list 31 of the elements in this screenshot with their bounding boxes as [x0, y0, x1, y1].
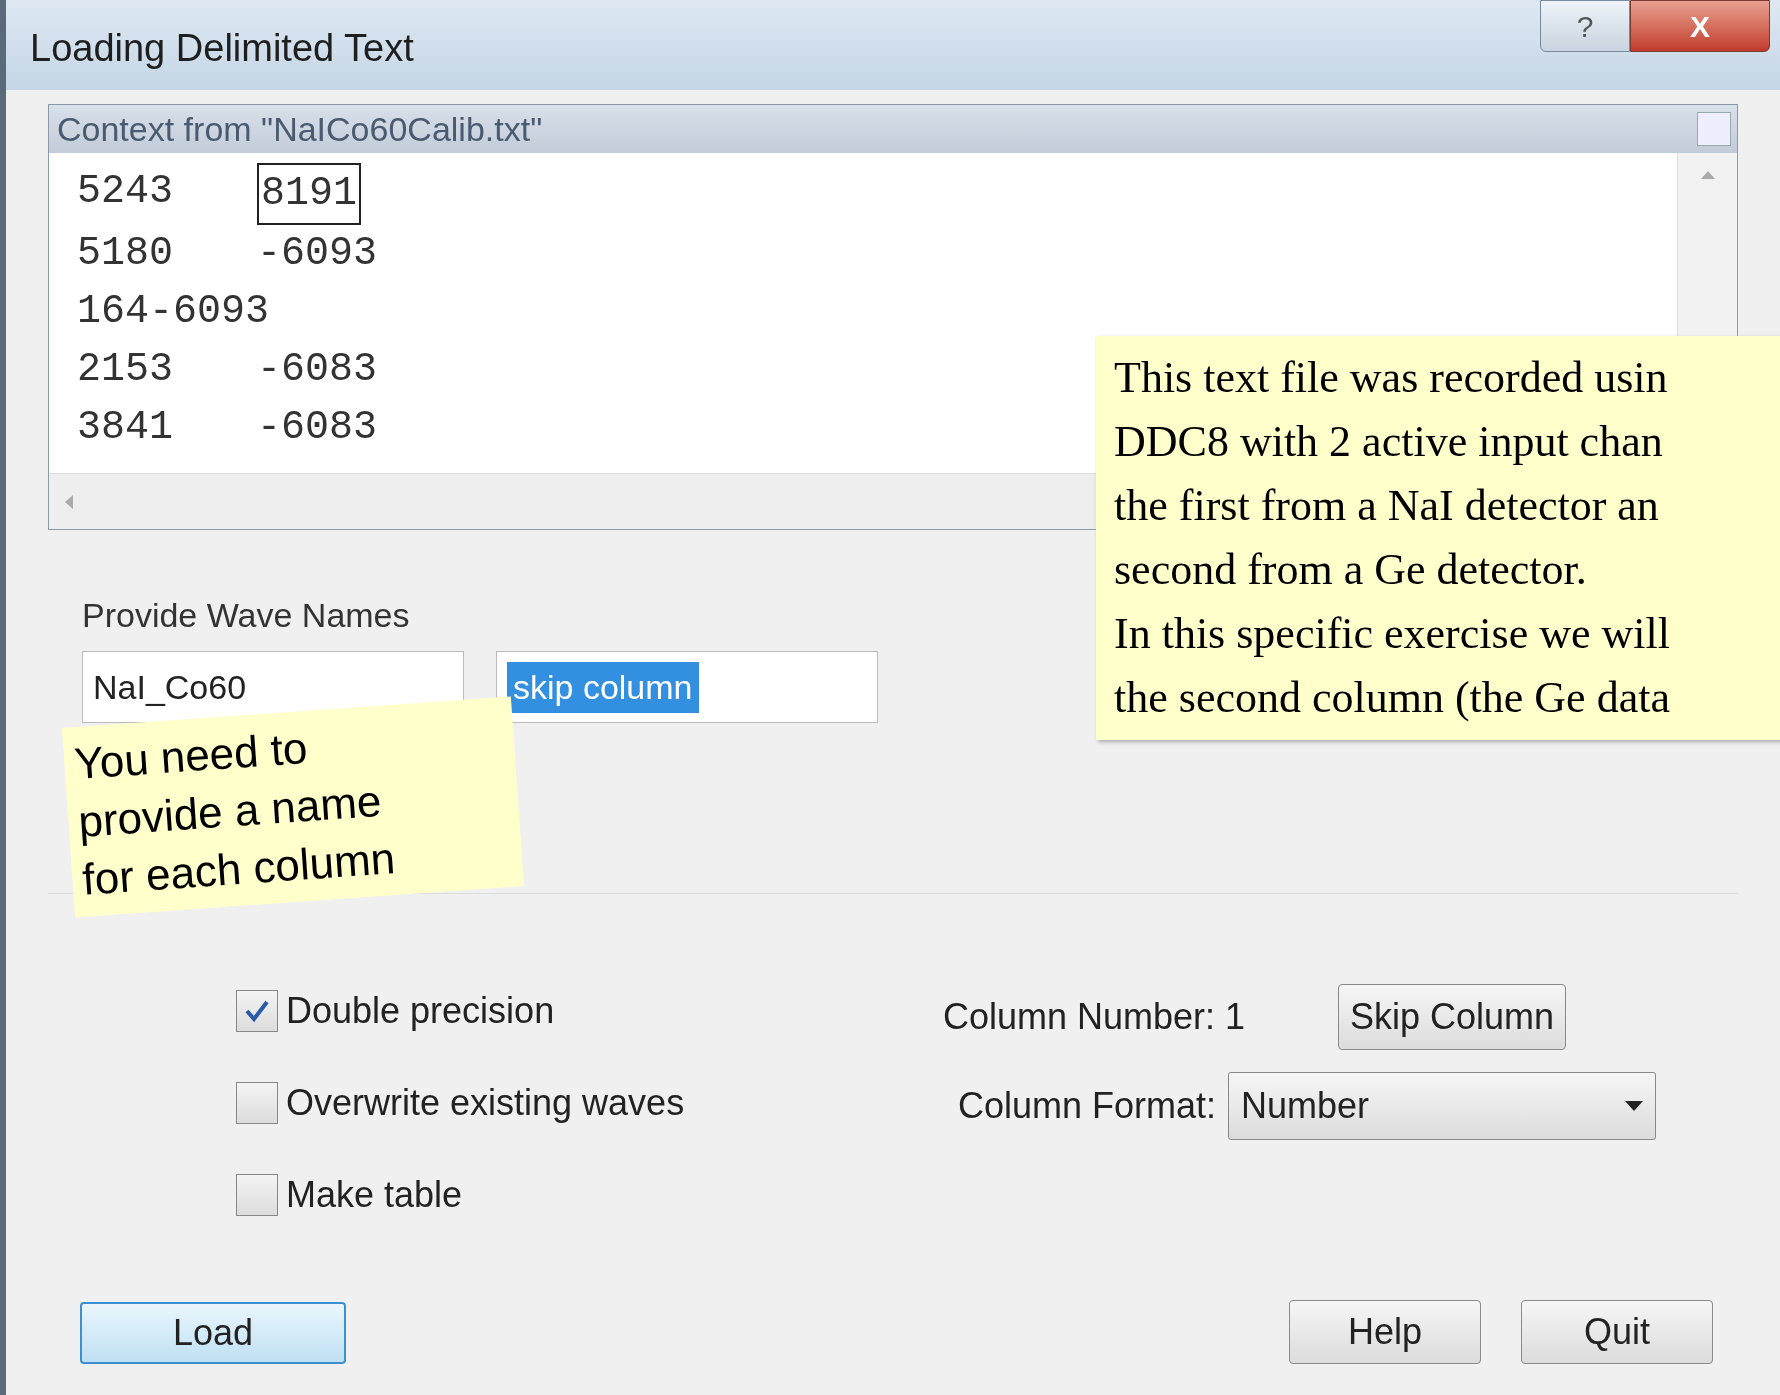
checkbox-label: Overwrite existing waves — [286, 1081, 685, 1125]
section-label: Provide Wave Names — [82, 595, 410, 636]
load-button[interactable]: Load — [80, 1302, 346, 1364]
column-format-label: Column Format: — [958, 1084, 1218, 1128]
scroll-left-icon[interactable] — [65, 494, 73, 509]
annotation-tooltip: This text file was recorded usin DDC8 with 2 active input chan the first from a NaI detector an second from a Ge detector. In this specific exercise we will the second column (the Ge data — [1096, 336, 1780, 740]
data-value: 2153 — [77, 346, 174, 394]
dropdown-caret-icon — [1625, 1101, 1643, 1111]
data-value: 5180 — [77, 230, 174, 278]
data-value: -6083 — [257, 346, 378, 394]
data-value: 8191 — [257, 163, 361, 225]
checkbox[interactable] — [236, 990, 278, 1032]
dialog-button[interactable]: Help — [1289, 1300, 1481, 1364]
maximize-icon[interactable] — [1697, 112, 1731, 146]
help-button[interactable]: ? — [1540, 0, 1630, 52]
data-value: 3841 — [77, 404, 174, 452]
skip-column-button[interactable]: Skip Column — [1338, 984, 1566, 1050]
data-value: -6083 — [257, 404, 378, 452]
data-value: 5243 — [77, 168, 174, 216]
column-number-label: Column Number: 1 — [943, 995, 1247, 1039]
checkbox[interactable] — [236, 1174, 278, 1216]
data-value: -6093 — [257, 230, 378, 278]
checkbox[interactable] — [236, 1082, 278, 1124]
checkbox-label: Make table — [286, 1173, 463, 1217]
panel-title: Context from "NaICo60Calib.txt" — [57, 108, 543, 150]
scroll-up-icon[interactable] — [1700, 171, 1715, 179]
window-title: Loading Delimited Text — [30, 26, 414, 71]
checkbox-label: Double precision — [286, 989, 555, 1033]
dialog-button[interactable]: Quit — [1521, 1300, 1713, 1364]
data-value: 164-6093 — [77, 288, 270, 336]
column-format-dropdown[interactable]: Number — [1228, 1072, 1656, 1140]
